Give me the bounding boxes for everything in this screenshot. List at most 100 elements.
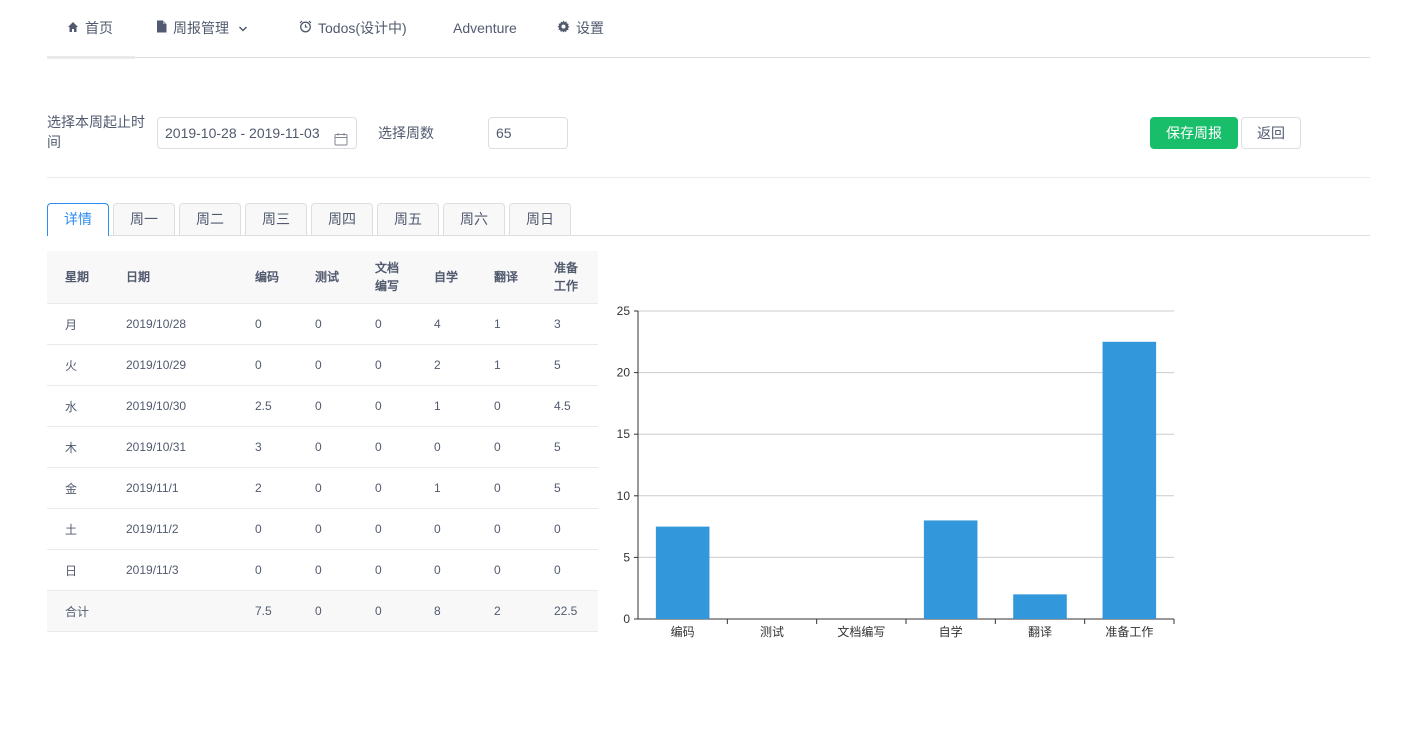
cell-weekday: 火 bbox=[47, 344, 108, 386]
cell-coding: 0 bbox=[237, 344, 297, 386]
bar bbox=[1102, 341, 1157, 619]
bar bbox=[923, 520, 978, 619]
tab-saturday[interactable]: 周六 bbox=[443, 203, 505, 235]
cell-documentation: 0 bbox=[357, 344, 416, 386]
cell-documentation: 0 bbox=[357, 590, 416, 632]
category-hours-bar-chart: 0 5 10 15 20 25 编码 测试 文档编写 自学 翻译 准备工作 bbox=[617, 304, 1175, 639]
header-coding: 编码 bbox=[237, 251, 297, 304]
form-divider bbox=[47, 177, 1370, 178]
tab-sunday[interactable]: 周日 bbox=[509, 203, 571, 235]
cell-preparation: 5 bbox=[536, 467, 598, 509]
nav-item-adventure[interactable]: Adventure bbox=[453, 0, 517, 57]
cell-coding: 0 bbox=[237, 303, 297, 345]
cell-documentation: 0 bbox=[357, 508, 416, 550]
cell-testing: 0 bbox=[297, 590, 357, 632]
header-preparation-text: 准备工作 bbox=[554, 261, 579, 293]
header-preparation: 准备工作 bbox=[536, 251, 598, 304]
cell-coding: 0 bbox=[237, 508, 297, 550]
table-row: 土 2019/11/2 0 0 0 0 0 0 bbox=[47, 508, 598, 550]
cell-date: 2019/10/28 bbox=[108, 303, 237, 345]
cell-date: 2019/11/1 bbox=[108, 467, 237, 509]
cell-preparation: 3 bbox=[536, 303, 598, 345]
cell-translation: 0 bbox=[476, 467, 536, 509]
nav-item-weekly-report[interactable]: 周报管理 bbox=[156, 0, 248, 57]
cell-weekday: 木 bbox=[47, 426, 108, 468]
bar bbox=[655, 526, 710, 619]
cell-self-study: 8 bbox=[416, 590, 476, 632]
nav-item-label: 首页 bbox=[85, 20, 113, 36]
nav-item-label: 周报管理 bbox=[173, 20, 229, 36]
date-range-label: 选择本周起止时 间 bbox=[47, 112, 149, 152]
total-label: 合计 bbox=[47, 590, 108, 632]
cell-preparation: 22.5 bbox=[536, 590, 598, 632]
table-header-row: 星期 日期 编码 测试 文档编写 自学 翻译 准备工作 bbox=[47, 251, 598, 304]
cell-self-study: 2 bbox=[416, 344, 476, 386]
table-row: 月 2019/10/28 0 0 0 4 1 3 bbox=[47, 303, 598, 345]
nav-item-settings[interactable]: 设置 bbox=[557, 0, 604, 57]
date-range-label-line2: 间 bbox=[47, 134, 61, 150]
cell-preparation: 5 bbox=[536, 344, 598, 386]
cell-date: 2019/10/29 bbox=[108, 344, 237, 386]
y-tick-label: 25 bbox=[617, 304, 631, 318]
nav-active-indicator bbox=[47, 56, 135, 59]
cell-weekday: 金 bbox=[47, 467, 108, 509]
back-button[interactable]: 返回 bbox=[1241, 117, 1301, 149]
header-documentation-text: 文档编写 bbox=[375, 261, 400, 293]
table-row: 日 2019/11/3 0 0 0 0 0 0 bbox=[47, 549, 598, 591]
tab-details[interactable]: 详情 bbox=[47, 203, 109, 236]
cell-weekday: 日 bbox=[47, 549, 108, 591]
cell-testing: 0 bbox=[297, 344, 357, 386]
cell-date: 2019/10/31 bbox=[108, 426, 237, 468]
cell-self-study: 0 bbox=[416, 549, 476, 591]
y-tick-label: 10 bbox=[617, 489, 631, 503]
document-icon bbox=[156, 0, 167, 57]
cell-coding: 3 bbox=[237, 426, 297, 468]
bar bbox=[1013, 594, 1067, 619]
nav-item-home[interactable]: 首页 bbox=[67, 0, 113, 57]
week-number-label: 选择周数 bbox=[378, 125, 434, 141]
tab-wednesday[interactable]: 周三 bbox=[245, 203, 307, 235]
cell-translation: 1 bbox=[476, 344, 536, 386]
nav-item-label: Todos(设计中) bbox=[318, 20, 407, 36]
tab-tuesday[interactable]: 周二 bbox=[179, 203, 241, 235]
cell-preparation: 0 bbox=[536, 508, 598, 550]
calendar-icon[interactable] bbox=[334, 126, 348, 156]
cell-self-study: 0 bbox=[416, 426, 476, 468]
table-row: 金 2019/11/1 2 0 0 1 0 5 bbox=[47, 467, 598, 509]
tab-monday[interactable]: 周一 bbox=[113, 203, 175, 235]
header-weekday: 星期 bbox=[47, 251, 108, 304]
chevron-down-icon bbox=[238, 0, 248, 57]
cell-documentation: 0 bbox=[357, 467, 416, 509]
top-nav: 首页 周报管理 Todos(设计中) Adventure 设置 bbox=[47, 0, 1370, 59]
cell-self-study: 0 bbox=[416, 508, 476, 550]
cell-translation: 0 bbox=[476, 426, 536, 468]
x-tick-label: 自学 bbox=[939, 624, 963, 639]
cell-testing: 0 bbox=[297, 426, 357, 468]
nav-item-todos[interactable]: Todos(设计中) bbox=[299, 0, 407, 57]
day-tabs: 详情 周一 周二 周三 周四 周五 周六 周日 bbox=[47, 203, 1370, 236]
cell-preparation: 0 bbox=[536, 549, 598, 591]
cell-preparation: 4.5 bbox=[536, 385, 598, 427]
cell-testing: 0 bbox=[297, 467, 357, 509]
cell-coding: 2.5 bbox=[237, 385, 297, 427]
alarm-clock-icon bbox=[299, 0, 312, 57]
nav-item-label: 设置 bbox=[576, 20, 604, 36]
date-range-input[interactable]: 2019-10-28 - 2019-11-03 bbox=[157, 117, 357, 149]
x-tick-label: 文档编写 bbox=[837, 624, 885, 639]
cell-documentation: 0 bbox=[357, 385, 416, 427]
x-tick-label: 翻译 bbox=[1028, 625, 1052, 639]
cell-documentation: 0 bbox=[357, 426, 416, 468]
cell-weekday: 水 bbox=[47, 385, 108, 427]
tab-friday[interactable]: 周五 bbox=[377, 203, 439, 235]
week-number-input[interactable]: 65 bbox=[488, 117, 568, 149]
cell-coding: 0 bbox=[237, 549, 297, 591]
cell-translation: 0 bbox=[476, 508, 536, 550]
cell-date bbox=[108, 590, 237, 632]
tab-thursday[interactable]: 周四 bbox=[311, 203, 373, 235]
save-report-button[interactable]: 保存周报 bbox=[1150, 117, 1238, 149]
x-tick-label: 编码 bbox=[671, 624, 695, 639]
header-documentation: 文档编写 bbox=[357, 251, 416, 304]
date-range-value: 2019-10-28 - 2019-11-03 bbox=[165, 125, 320, 141]
x-tick-label: 准备工作 bbox=[1105, 625, 1153, 639]
y-tick-label: 5 bbox=[623, 550, 630, 564]
